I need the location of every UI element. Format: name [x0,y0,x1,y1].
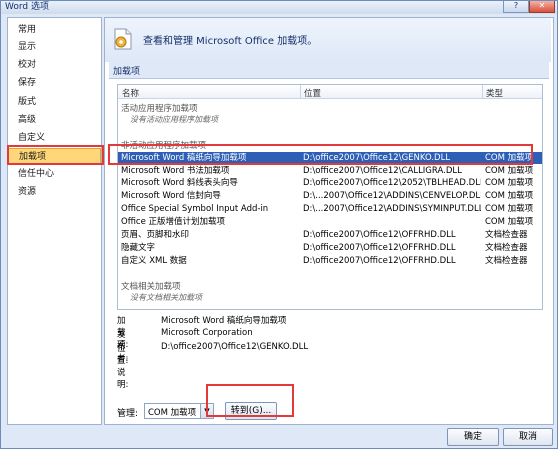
group-active: 活动应用程序加载项 [121,104,198,114]
panel-header-text: 查看和管理 Microsoft Office 加载项。 [143,36,318,47]
sidebar-item-common[interactable]: 常用 [8,22,101,39]
title-bar: Word 选项 ? ✕ [1,1,557,14]
highlight-box-goto [206,384,294,417]
sidebar-item-proofing[interactable]: 校对 [8,57,101,74]
column-type[interactable]: 类型 [486,87,503,99]
panel-header: 查看和管理 Microsoft Office 加载项。 [105,18,551,62]
cell-type: 文档检查器 [485,230,528,240]
detail-location-label: 位置: [117,344,129,366]
detail-description-label: 说明: [117,368,129,390]
table-row[interactable]: 隐藏文字 D:\office2007\Office12\OFFRHD.DLL 文… [118,242,542,254]
table-row[interactable]: Office 正版增值计划加载项 COM 加载项 [118,216,542,228]
group-document: 文档相关加载项 [121,282,181,292]
detail-addin-value: Microsoft Word 稿纸向导加载项 [161,316,287,326]
cell-location: D:\...2007\Office12\ADDINS\CENVELOP.DLL [303,191,481,201]
table-row[interactable]: 自定义 XML 数据 D:\office2007\Office12\OFFRHD… [118,255,542,267]
column-name[interactable]: 名称 [122,87,139,99]
cell-type: COM 加载项 [485,178,534,188]
cell-location: D:\office2007\Office12\OFFRHD.DLL [303,243,456,253]
addins-list[interactable]: 名称 位置 类型 活动应用程序加载项 没有活动应用程序加载项 非活动应用程序加载… [117,84,543,310]
cell-name: 隐藏文字 [121,243,156,253]
table-row[interactable]: Microsoft Word 书法加载项 D:\office2007\Offic… [118,165,542,177]
table-row[interactable]: Microsoft Word 信封向导 D:\...2007\Office12\… [118,190,542,202]
sidebar-item-trust-center[interactable]: 信任中心 [8,166,101,183]
addins-gear-icon [114,28,132,50]
cell-type: COM 加载项 [485,204,534,214]
sidebar-item-display[interactable]: 显示 [8,39,101,56]
cell-location: D:\office2007\Office12\CALLIGRA.DLL [303,166,462,176]
detail-location-value: D:\office2007\Office12\GENKO.DLL [161,342,309,352]
cell-type: COM 加载项 [485,191,534,201]
cell-location: D:\office2007\Office12\2052\TBLHEAD.DLL [303,178,481,188]
sidebar-item-save[interactable]: 保存 [8,75,101,92]
column-location[interactable]: 位置 [304,87,321,99]
word-options-dialog: Word 选项 ? ✕ 常用 显示 校对 保存 版式 高级 自定义 加载项 信任… [0,0,558,449]
cell-location: D:\office2007\Office12\OFFRHD.DLL [303,230,456,240]
table-row[interactable]: Office Special Symbol Input Add-in D:\..… [118,203,542,215]
section-bar: 加载项 [109,62,549,79]
cell-name: Office 正版增值计划加载项 [121,217,226,227]
options-sidebar: 常用 显示 校对 保存 版式 高级 自定义 加载项 信任中心 资源 [7,17,102,425]
group-document-empty: 没有文档相关加载项 [130,293,202,302]
table-row[interactable]: 页眉、页脚和水印 D:\office2007\Office12\OFFRHD.D… [118,229,542,241]
list-header: 名称 位置 类型 [118,85,542,99]
table-row[interactable]: Microsoft Word 斜线表头向导 D:\office2007\Offi… [118,177,542,189]
close-button[interactable]: ✕ [529,1,555,13]
addins-panel: 查看和管理 Microsoft Office 加载项。 加载项 名称 位置 类型… [104,17,554,425]
cell-type: COM 加载项 [485,217,534,227]
cell-name: Office Special Symbol Input Add-in [121,204,269,214]
addin-details: 加载项: Microsoft Word 稿纸向导加载项 发布者: Microso… [117,314,537,390]
help-button[interactable]: ? [503,1,529,13]
column-separator[interactable] [300,85,301,98]
manage-select[interactable]: COM 加载项 ▼ [144,403,214,419]
cell-type: 文档检查器 [485,243,528,253]
cell-location: D:\office2007\Office12\OFFRHD.DLL [303,256,456,266]
cell-name: 自定义 XML 数据 [121,256,187,266]
manage-select-value: COM 加载项 [148,408,197,418]
manage-label: 管理: [117,409,139,419]
cell-name: Microsoft Word 书法加载项 [121,166,230,176]
highlight-box-selected-row [108,144,533,165]
cancel-button[interactable]: 取消 [503,428,553,446]
section-title: 加载项 [113,67,141,77]
window-title: Word 选项 [5,2,49,12]
sidebar-item-layout[interactable]: 版式 [8,94,101,111]
highlight-box-sidebar [7,145,104,165]
cell-name: Microsoft Word 信封向导 [121,191,221,201]
ok-button[interactable]: 确定 [447,428,499,446]
detail-publisher-value: Microsoft Corporation [161,328,253,338]
cell-name: Microsoft Word 斜线表头向导 [121,178,238,188]
group-active-empty: 没有活动应用程序加载项 [130,115,218,124]
cell-name: 页眉、页脚和水印 [121,230,190,240]
cell-type: 文档检查器 [485,256,528,266]
sidebar-item-advanced[interactable]: 高级 [8,112,101,129]
cell-location: D:\...2007\Office12\ADDINS\SYMINPUT.DLL [303,204,481,214]
cell-type: COM 加载项 [485,166,534,176]
sidebar-item-resources[interactable]: 资源 [8,184,101,201]
column-separator[interactable] [482,85,483,98]
